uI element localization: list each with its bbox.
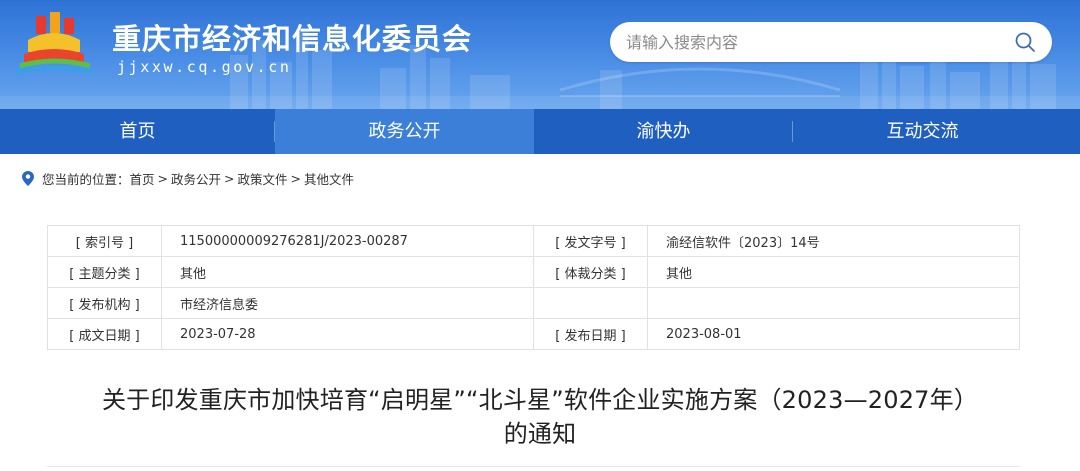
breadcrumb-separator: >: [290, 170, 302, 186]
table-row: [ 主题分类 ] 其他 [ 体裁分类 ] 其他: [47, 256, 1020, 288]
info-label-empty: [533, 287, 648, 319]
info-value-document-number: 渝经信软件〔2023〕14号: [647, 225, 1020, 257]
site-header: 重庆市经济和信息化委员会 jjxxw.cq.gov.cn: [0, 0, 1080, 109]
document-title: 关于印发重庆市加快培育“启明星”“北斗星”软件企业实施方案（2023—2027年…: [40, 383, 1040, 451]
info-value-written-date: 2023-07-28: [161, 318, 534, 350]
search-icon[interactable]: [1014, 31, 1036, 53]
location-pin-icon: [22, 170, 34, 186]
site-domain: jjxxw.cq.gov.cn: [117, 58, 292, 76]
info-value-issuing-agency: 市经济信息委: [161, 287, 534, 319]
info-label-issuing-agency: [ 发布机构 ]: [47, 287, 162, 319]
document-title-line-1: 关于印发重庆市加快培育“启明星”“北斗星”软件企业实施方案（2023—2027年…: [101, 386, 979, 414]
document-title-line-2: 的通知: [503, 420, 577, 448]
breadcrumb-link-government-affairs[interactable]: 政务公开: [171, 169, 221, 188]
info-value-index-number: 11500000009276281J/2023-00287: [161, 225, 534, 257]
nav-item-home[interactable]: 首页: [0, 109, 275, 154]
table-row: [ 发布机构 ] 市经济信息委: [47, 287, 1020, 319]
site-logo[interactable]: [14, 10, 94, 76]
breadcrumb-link-policy-documents[interactable]: 政策文件: [238, 169, 288, 188]
title-divider: [47, 466, 1020, 467]
nav-item-label: 首页: [119, 121, 156, 142]
info-label-document-number: [ 发文字号 ]: [533, 225, 648, 257]
main-nav: 首页 政务公开 渝快办 互动交流: [0, 109, 1080, 154]
info-value-topic-category: 其他: [161, 256, 534, 288]
nav-item-label: 互动交流: [886, 121, 959, 142]
nav-item-yukuaiban[interactable]: 渝快办: [534, 109, 793, 154]
breadcrumb: 您当前的位置： 首页 > 政务公开 > 政策文件 > 其他文件: [22, 169, 354, 187]
nav-item-interaction[interactable]: 互动交流: [793, 109, 1052, 154]
nav-item-label: 政务公开: [368, 121, 441, 142]
info-value-genre-category: 其他: [647, 256, 1020, 288]
breadcrumb-prefix: 您当前的位置：: [42, 171, 130, 187]
site-title[interactable]: 重庆市经济和信息化委员会: [112, 16, 472, 58]
document-info-table: [ 索引号 ] 11500000009276281J/2023-00287 [ …: [47, 225, 1020, 350]
breadcrumb-separator: >: [224, 170, 235, 186]
info-label-publish-date: [ 发布日期 ]: [533, 318, 648, 350]
info-value-empty: [647, 287, 1020, 319]
search-box: [610, 22, 1052, 62]
info-label-genre-category: [ 体裁分类 ]: [533, 256, 648, 288]
nav-item-government-affairs[interactable]: 政务公开: [275, 109, 534, 154]
breadcrumb-link-other-documents[interactable]: 其他文件: [304, 169, 354, 188]
table-row: [ 索引号 ] 11500000009276281J/2023-00287 [ …: [47, 225, 1020, 257]
info-label-written-date: [ 成文日期 ]: [47, 318, 162, 350]
info-label-topic-category: [ 主题分类 ]: [47, 256, 162, 288]
breadcrumb-separator: >: [157, 170, 169, 186]
search-input[interactable]: [626, 22, 1006, 62]
info-value-publish-date: 2023-08-01: [647, 318, 1020, 350]
breadcrumb-link-home[interactable]: 首页: [130, 169, 155, 188]
table-row: [ 成文日期 ] 2023-07-28 [ 发布日期 ] 2023-08-01: [47, 318, 1020, 350]
nav-item-label: 渝快办: [636, 121, 691, 142]
info-label-index-number: [ 索引号 ]: [47, 225, 162, 257]
